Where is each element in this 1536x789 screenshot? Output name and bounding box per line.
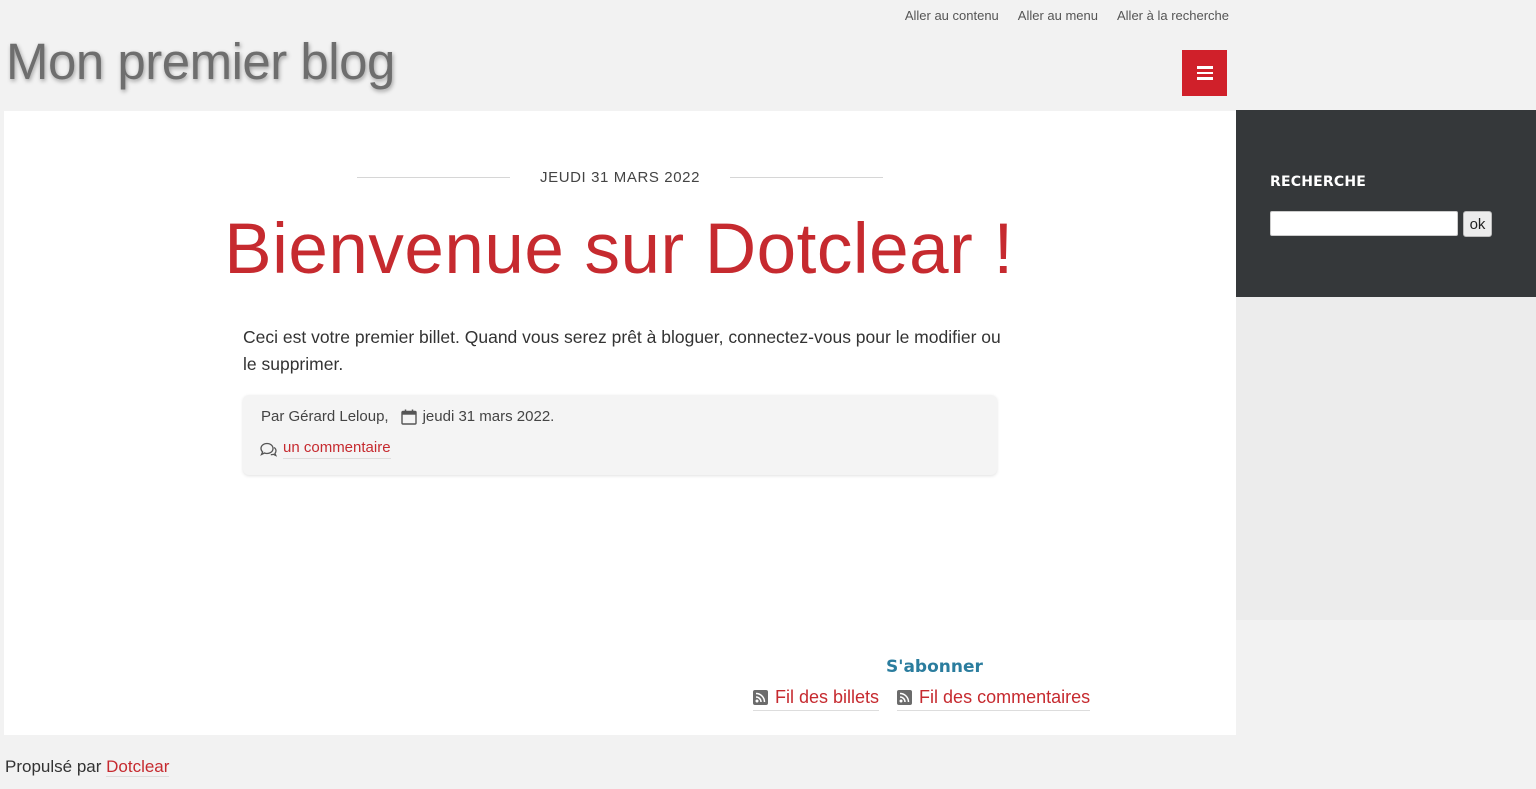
search-input[interactable] [1270, 211, 1458, 236]
post-meta: Par Gérard Leloup, jeudi 31 mars 2022. u… [243, 395, 997, 475]
post-comments: un commentaire [260, 439, 391, 459]
entries-feed-link[interactable]: Fil des billets [753, 687, 880, 711]
hamburger-icon [1196, 66, 1213, 80]
comment-icon [260, 442, 278, 457]
skip-to-menu-link[interactable]: Aller au menu [1018, 8, 1098, 23]
site-title[interactable]: Mon premier blog [6, 32, 395, 91]
comments-link[interactable]: un commentaire [283, 439, 391, 459]
date-divider-right [730, 177, 883, 178]
subscribe-title: S'abonner [886, 657, 983, 677]
post-meta-date: jeudi 31 mars 2022. [422, 408, 555, 425]
dotclear-link[interactable]: Dotclear [106, 757, 170, 777]
footer: Propulsé par Dotclear [5, 757, 170, 777]
sidebar-search-widget: RECHERCHE ok [1236, 110, 1536, 297]
post-title[interactable]: Bienvenue sur Dotclear ! [204, 209, 1034, 290]
post-date: JEUDI 31 MARS 2022 [357, 169, 883, 186]
skip-to-content-link[interactable]: Aller au contenu [905, 8, 999, 23]
search-submit-button[interactable]: ok [1463, 211, 1492, 237]
menu-button[interactable] [1182, 50, 1227, 96]
entries-feed-label: Fil des billets [775, 687, 880, 707]
rss-feed-icon [897, 690, 913, 705]
sidebar-panel [1236, 297, 1536, 620]
comments-feed-label: Fil des commentaires [919, 687, 1091, 707]
main-content: JEUDI 31 MARS 2022 Bienvenue sur Dotclea… [4, 111, 1236, 735]
feed-links: Fil des billets Fil des commentaires [753, 687, 1091, 711]
skip-to-search-link[interactable]: Aller à la recherche [1117, 8, 1229, 23]
calendar-icon [400, 409, 417, 425]
comments-feed-link[interactable]: Fil des commentaires [897, 687, 1091, 711]
post-date-text: JEUDI 31 MARS 2022 [539, 169, 701, 186]
post-content: Ceci est votre premier billet. Quand vou… [243, 327, 1001, 374]
post-meta-info: Par Gérard Leloup, jeudi 31 mars 2022. [261, 408, 554, 425]
rss-feed-icon [753, 690, 768, 705]
date-divider-left [357, 177, 510, 178]
post-author: Par Gérard Leloup, [261, 408, 389, 425]
skip-links: Aller au contenu Aller au menu Aller à l… [905, 8, 1229, 23]
search-widget-title: RECHERCHE [1270, 174, 1367, 190]
powered-by-text: Propulsé par [5, 757, 102, 776]
